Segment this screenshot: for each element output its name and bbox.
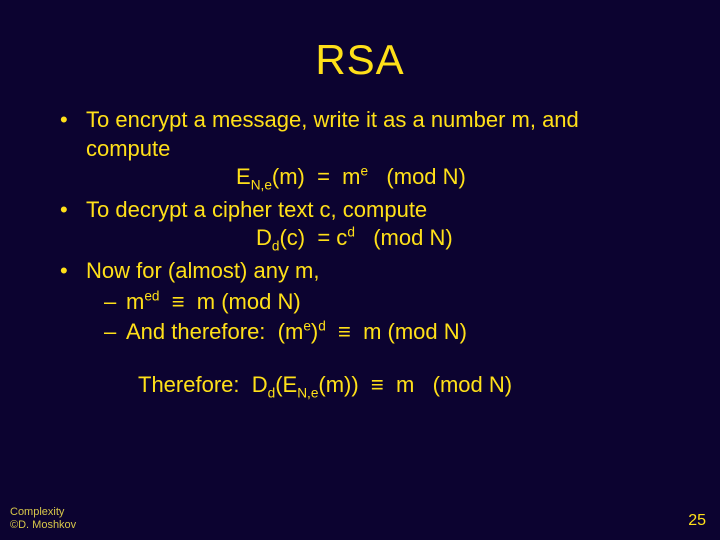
slide-title: RSA [0,0,720,84]
bullet-encrypt: To encrypt a message, write it as a numb… [52,106,668,192]
page-number: 25 [688,512,706,530]
conclusion-line: Therefore: Dd(EN,e(m)) ≡ m (mod N) [52,371,668,400]
bullet-now-text: Now for (almost) any m, [86,258,320,283]
footer-line1: Complexity [10,506,64,518]
decrypt-equation: Dd(c) = cd (mod N) [86,224,668,253]
bullet-now: Now for (almost) any m, med ≡ m (mod N) … [52,257,668,347]
footer-credit: Complexity ©D. Moshkov [10,506,76,532]
slide-body: To encrypt a message, write it as a numb… [0,84,720,399]
sub-bullet-med: med ≡ m (mod N) [98,288,668,317]
footer-line2: ©D. Moshkov [10,519,76,531]
bullet-encrypt-text: To encrypt a message, write it as a numb… [86,107,579,161]
bullet-list: To encrypt a message, write it as a numb… [52,106,668,347]
sub-bullet-therefore: And therefore: (me)d ≡ m (mod N) [98,318,668,347]
slide: RSA To encrypt a message, write it as a … [0,0,720,540]
bullet-decrypt: To decrypt a cipher text c, compute Dd(c… [52,196,668,253]
encrypt-equation: EN,e(m) = me (mod N) [86,163,668,192]
sub-bullet-list: med ≡ m (mod N) And therefore: (me)d ≡ m… [98,288,668,347]
bullet-decrypt-text: To decrypt a cipher text c, compute [86,197,427,222]
